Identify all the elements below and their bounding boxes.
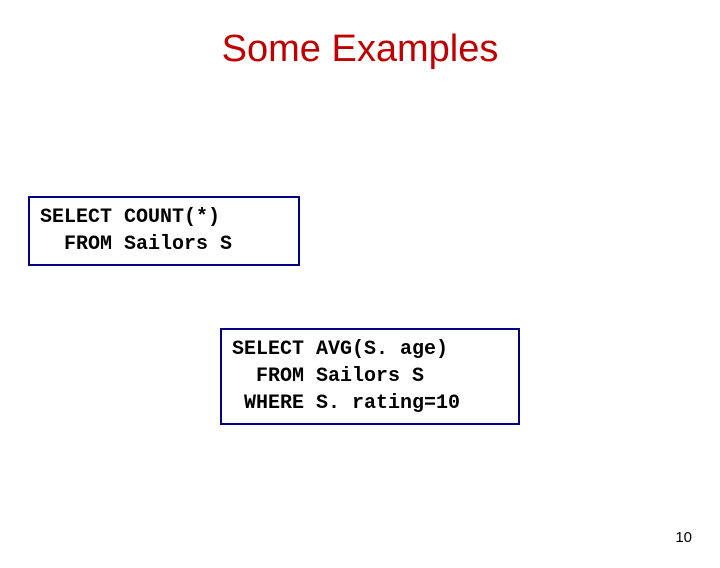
code-line: WHERE S. rating=10 (232, 392, 460, 415)
sql-example-1: SELECT COUNT(*) FROM Sailors S (28, 196, 300, 266)
code-line: SELECT COUNT(*) (40, 206, 220, 229)
page-number: 10 (675, 529, 692, 546)
slide-title: Some Examples (0, 28, 720, 71)
code-line: FROM Sailors S (40, 233, 232, 256)
code-line: FROM Sailors S (232, 365, 424, 388)
code-line: SELECT AVG(S. age) (232, 338, 448, 361)
sql-example-2: SELECT AVG(S. age) FROM Sailors S WHERE … (220, 328, 520, 425)
